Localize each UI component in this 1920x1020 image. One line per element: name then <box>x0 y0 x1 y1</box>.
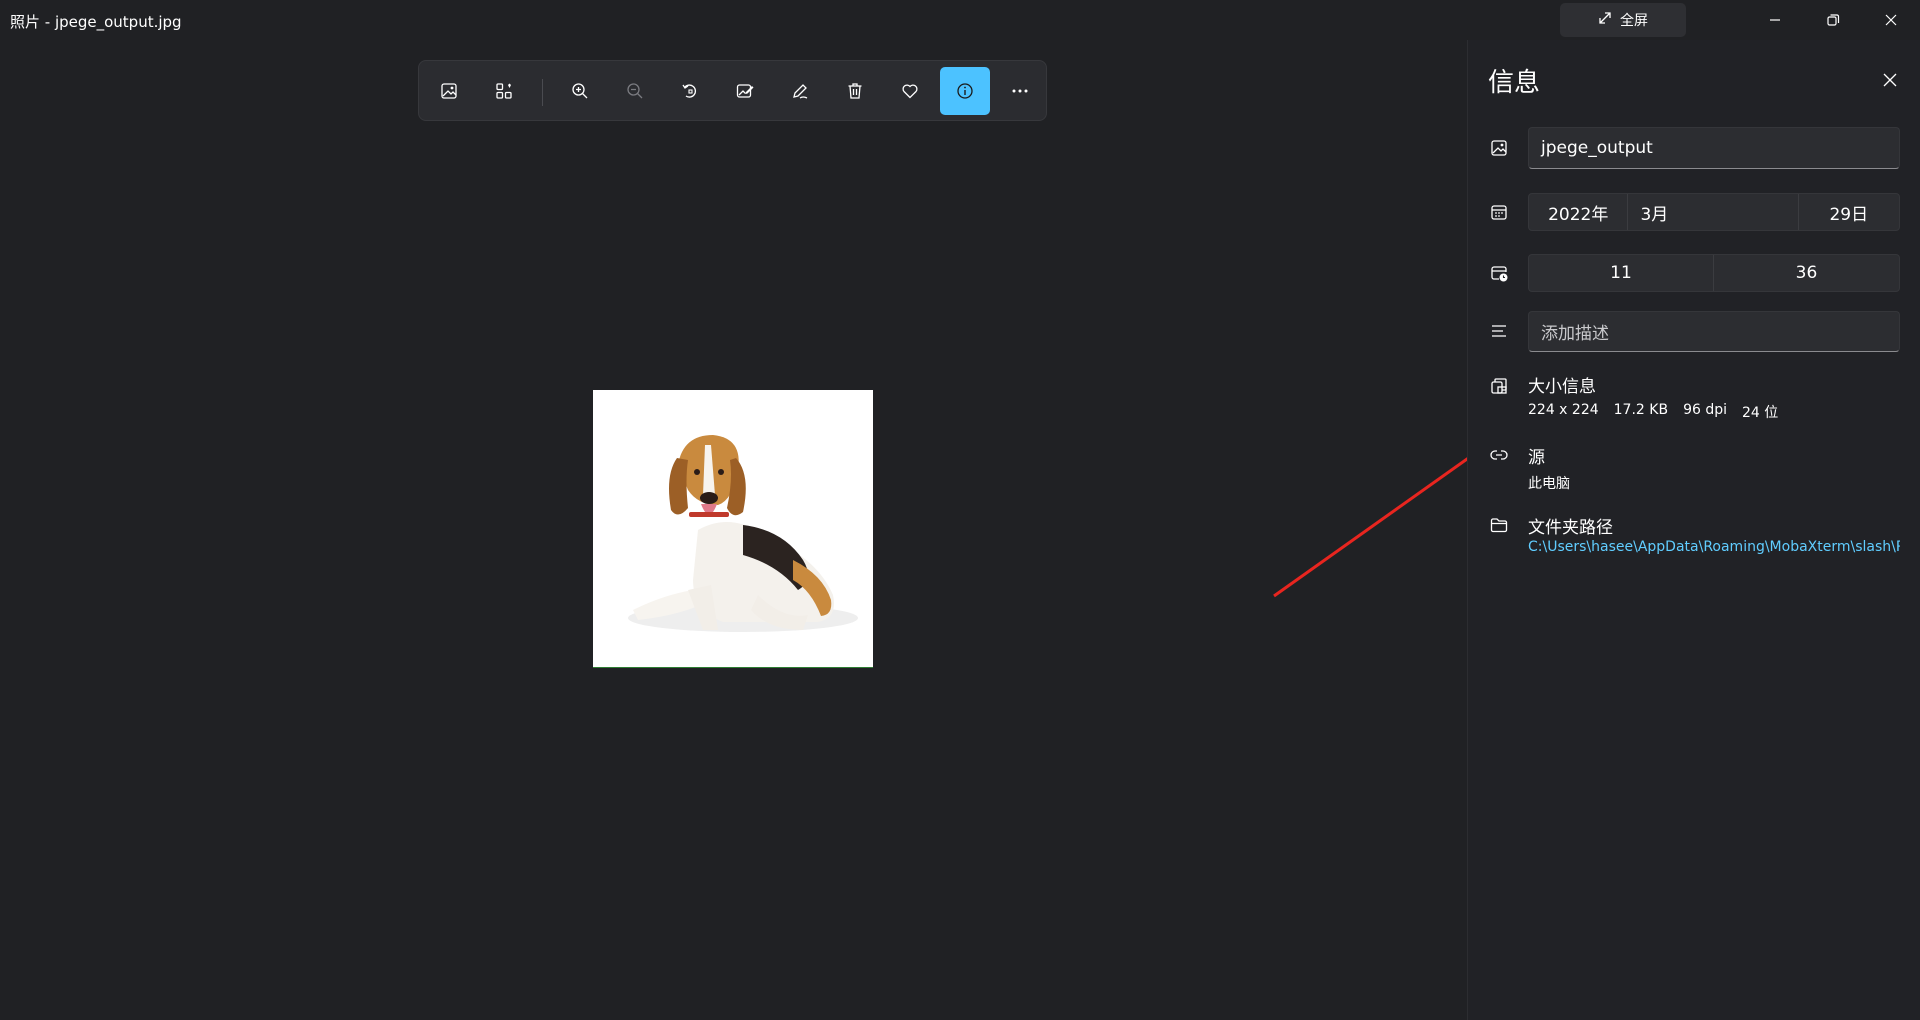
folder-path-link[interactable]: C:\Users\hasee\AppData\Roaming\MobaXterm… <box>1528 539 1900 555</box>
size-info-heading: 大小信息 <box>1528 377 1596 397</box>
date-month[interactable]: 3月 <box>1628 194 1799 230</box>
time-minute[interactable]: 36 <box>1714 255 1899 291</box>
restore-icon <box>1827 14 1840 26</box>
close-icon <box>1883 73 1897 87</box>
bit-depth: 24 位 <box>1742 405 1779 421</box>
edit-image-icon <box>736 84 754 98</box>
source-value: 此电脑 <box>1528 476 1570 492</box>
fullscreen-label: 全屏 <box>1620 13 1648 29</box>
rotate-icon <box>682 84 697 98</box>
zoom-in-icon <box>572 83 588 99</box>
rotate-button[interactable] <box>665 67 715 115</box>
date-day[interactable]: 29日 <box>1799 194 1899 230</box>
favorite-icon <box>902 84 918 99</box>
gallery-icon <box>496 83 512 99</box>
file-size: 17.2 KB <box>1613 402 1669 418</box>
image-dpi: 96 dpi <box>1683 402 1727 418</box>
more-button[interactable] <box>995 67 1045 115</box>
title-bar: 照片 - jpege_output.jpg 全屏 <box>0 0 1920 40</box>
file-name-field[interactable]: jpege_output <box>1528 127 1900 169</box>
folder-path-heading: 文件夹路径 <box>1528 518 1613 538</box>
restore-button[interactable] <box>1804 0 1862 40</box>
time-hour[interactable]: 11 <box>1529 255 1714 291</box>
link-icon <box>1488 444 1510 466</box>
size-info-values: 224 x 224 17.2 KB 96 dpi 24 位 <box>1528 402 1778 422</box>
info-icon <box>957 83 973 99</box>
close-panel-button[interactable] <box>1876 66 1904 94</box>
image-button[interactable] <box>424 67 474 115</box>
panel-title: 信息 <box>1488 68 1541 98</box>
edit-image-button[interactable] <box>720 67 770 115</box>
description-input[interactable]: 添加描述 <box>1528 311 1900 352</box>
image-icon <box>1488 137 1510 159</box>
delete-icon <box>848 83 862 99</box>
delete-button[interactable] <box>830 67 880 115</box>
draw-button[interactable] <box>775 67 825 115</box>
info-panel: 信息 jpege_output 2022年 3月 29日 11 36 添加描述 … <box>1467 40 1920 1020</box>
zoom-out-icon <box>627 83 643 99</box>
text-lines-icon <box>1488 320 1510 342</box>
zoom-in-button[interactable] <box>555 67 605 115</box>
calendar-icon <box>1488 201 1510 223</box>
date-year[interactable]: 2022年 <box>1529 194 1629 230</box>
dog-photo <box>628 435 858 632</box>
minimize-button[interactable] <box>1746 0 1804 40</box>
date-picker[interactable]: 2022年 3月 29日 <box>1528 193 1900 231</box>
favorite-button[interactable] <box>885 67 935 115</box>
zoom-out-button[interactable] <box>610 67 660 115</box>
fullscreen-button[interactable]: 全屏 <box>1560 3 1686 37</box>
photo-viewer-image[interactable] <box>593 390 873 668</box>
image-toolbar <box>418 60 1047 121</box>
minimize-icon <box>1770 19 1780 21</box>
window-title: 照片 - jpege_output.jpg <box>10 13 182 31</box>
info-button[interactable] <box>940 67 990 115</box>
gallery-button[interactable] <box>479 67 529 115</box>
image-size-icon <box>1488 375 1510 397</box>
image-icon <box>441 83 457 99</box>
folder-icon <box>1488 514 1510 536</box>
time-picker[interactable]: 11 36 <box>1528 254 1900 292</box>
draw-icon <box>793 84 808 99</box>
expand-icon <box>1598 11 1612 29</box>
calendar-clock-icon <box>1488 262 1510 284</box>
more-icon <box>1012 89 1028 93</box>
image-dimensions: 224 x 224 <box>1528 402 1599 418</box>
close-window-button[interactable] <box>1862 0 1920 40</box>
toolbar-separator <box>542 79 543 106</box>
source-heading: 源 <box>1528 448 1545 468</box>
close-icon <box>1885 14 1897 26</box>
